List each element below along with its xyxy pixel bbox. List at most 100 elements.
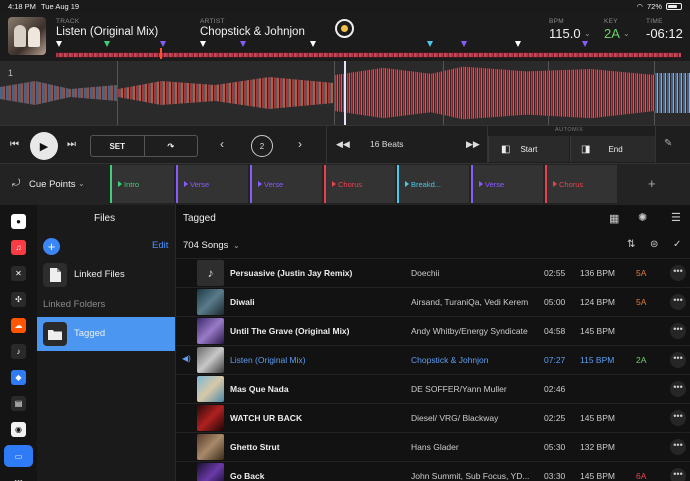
song-count-dropdown[interactable]: 704 Songs — [183, 240, 228, 251]
files-icon[interactable]: ▭ — [4, 445, 33, 467]
bpm-value[interactable]: 115.0 — [549, 26, 581, 41]
check-circle-icon[interactable]: ✓ — [673, 239, 681, 250]
set-cue-button[interactable]: SET — [91, 136, 145, 156]
pencil-icon[interactable]: ✎ — [664, 138, 672, 149]
automix-start-button[interactable]: ◧ Start — [488, 136, 569, 162]
cue-set-group: SET ↷ — [90, 135, 198, 157]
more-options-icon[interactable]: ••• — [670, 265, 686, 281]
song-artist: Doechii — [411, 268, 440, 278]
beatport-icon[interactable]: ✕ — [11, 266, 26, 281]
more-options-icon[interactable]: ••• — [670, 439, 686, 455]
song-bpm: 115 BPM — [580, 355, 615, 365]
music-icon[interactable]: ♫ — [11, 240, 26, 255]
song-title: Mas Que Nada — [230, 384, 289, 394]
count-chevron-icon[interactable]: ⌄ — [233, 241, 240, 250]
now-playing-icon: ◀) — [182, 354, 191, 363]
main-waveform[interactable]: 1 — [0, 61, 690, 125]
video-icon[interactable]: ▤ — [11, 396, 26, 411]
linked-files-item[interactable]: Linked Files — [37, 258, 175, 292]
time-remaining: -06:12 — [646, 26, 683, 41]
overview-cue-marker — [461, 41, 467, 47]
more-options-icon[interactable]: ••• — [670, 323, 686, 339]
automix-start-icon: ◧ — [501, 143, 511, 155]
spotify-icon[interactable]: ◉ — [11, 422, 26, 437]
edit-button[interactable]: Edit — [152, 240, 168, 251]
sort-icon[interactable]: ⇅ — [627, 239, 635, 250]
track-cover-art[interactable] — [8, 17, 46, 55]
automix-end-icon: ◨ — [581, 143, 591, 155]
battery-icon — [666, 3, 682, 10]
song-artwork — [197, 434, 224, 460]
table-row[interactable]: ◀) Listen (Original Mix) Chopstick & Johnj… — [176, 345, 690, 373]
files-panel: Files + Edit Linked Files Linked Folders… — [37, 205, 175, 481]
loop-button[interactable]: 2 — [251, 135, 273, 157]
waveform-playhead — [344, 61, 346, 125]
tagged-folder-item[interactable]: Tagged — [37, 317, 175, 351]
dropbox-icon[interactable]: ◆ — [11, 370, 26, 385]
list-view-icon[interactable]: ☰ — [671, 211, 681, 224]
loop-halve-icon[interactable]: ‹ — [220, 137, 224, 151]
more-options-icon[interactable]: ••• — [670, 468, 686, 481]
cue-pad-7[interactable]: Chorus — [545, 165, 617, 203]
more-options-icon[interactable]: ••• — [670, 410, 686, 426]
files-title: Files — [94, 213, 116, 224]
more-options-icon[interactable]: ••• — [670, 294, 686, 310]
table-row[interactable]: Go Back John Summit, Sub Focus, YD... 03:3… — [176, 461, 690, 481]
cue-pad-3[interactable]: Verse — [250, 165, 322, 203]
record-icon[interactable]: ● — [11, 214, 26, 229]
cue-triangle-icon — [258, 181, 262, 187]
key-value[interactable]: 2A — [604, 26, 620, 41]
song-title: Go Back — [230, 471, 265, 481]
cue-pad-1[interactable]: Intro — [110, 165, 174, 203]
automix-label: AUTOMIX — [555, 127, 584, 133]
add-folder-button[interactable]: + — [43, 238, 60, 255]
cue-points-dropdown[interactable]: Cue Points — [29, 179, 75, 190]
cue-triangle-icon — [332, 181, 336, 187]
song-duration: 04:58 — [544, 326, 566, 336]
loop-double-icon[interactable]: › — [298, 137, 302, 151]
overview-cue-marker — [104, 41, 110, 47]
plus-icon: + — [47, 239, 56, 254]
overview-cue-marker — [240, 41, 246, 47]
wifi-icon: ◠ — [636, 2, 643, 11]
cue-pad-5[interactable]: Breakd... — [397, 165, 469, 203]
cue-chevron-icon[interactable]: ⌄ — [78, 179, 85, 188]
record-button[interactable] — [335, 19, 354, 38]
table-row[interactable]: Mas Que Nada DE SOFFER/Yann Muller 02:46 ••… — [176, 374, 690, 402]
key-chevron-icon[interactable]: ⌄ — [623, 29, 630, 38]
cue-pad-label: Verse — [264, 180, 284, 189]
tidal-icon[interactable]: ✣ — [11, 292, 26, 307]
add-cue-icon[interactable]: + — [648, 176, 656, 191]
filter-icon[interactable]: ⊜ — [650, 239, 658, 250]
table-row[interactable]: Diwali Airsand, TuraniQa, Vedi Kerem 05:00… — [176, 287, 690, 315]
song-list-panel: Tagged ▦ ✺ ☰ 704 Songs ⌄ ⇅ ⊜ ✓ ♪ Persuasi… — [175, 205, 690, 481]
cue-pad-6[interactable]: Verse — [471, 165, 543, 203]
more-icon[interactable]: ••• — [11, 474, 26, 481]
grid-view-icon[interactable]: ▦ — [609, 212, 619, 225]
beatjump-size[interactable]: 16 Beats — [370, 139, 404, 149]
bpm-chevron-icon[interactable]: ⌄ — [584, 29, 591, 38]
more-options-icon[interactable]: ••• — [670, 352, 686, 368]
redo-cue-button[interactable]: ↷ — [145, 136, 198, 156]
play-button[interactable]: ▶ — [30, 132, 58, 160]
song-duration: 07:27 — [544, 355, 566, 365]
settings-sun-icon[interactable]: ✺ — [638, 211, 647, 224]
more-options-icon[interactable]: ••• — [670, 381, 686, 397]
table-row[interactable]: ♪ Persuasive (Justin Jay Remix) Doechii 02:… — [176, 258, 690, 286]
beatjump-back-icon[interactable]: ◀◀ — [336, 139, 350, 150]
beatjump-forward-icon[interactable]: ▶▶ — [466, 139, 480, 150]
next-track-icon[interactable]: ⏭ — [67, 139, 76, 150]
cue-pad-2[interactable]: Verse — [176, 165, 248, 203]
cue-pad-label: Verse — [485, 180, 505, 189]
table-row[interactable]: WATCH UR BACK Diesel/ VRG/ Blackway 02:25 1… — [176, 403, 690, 431]
table-row[interactable]: Ghetto Strut Hans Glader 05:30 132 BPM ••• — [176, 432, 690, 460]
track-overview[interactable] — [56, 48, 681, 59]
automix-end-button[interactable]: ◨ End — [570, 136, 655, 162]
table-row[interactable]: Until The Grave (Original Mix) Andy Whitb… — [176, 316, 690, 344]
beatsource-icon[interactable]: ♪ — [11, 344, 26, 359]
soundcloud-icon[interactable]: ☁ — [11, 318, 26, 333]
automix-end-label: End — [608, 144, 623, 154]
cue-pad-4[interactable]: Chorus — [324, 165, 395, 203]
song-duration: 05:00 — [544, 297, 566, 307]
previous-track-icon[interactable]: ⏮ — [10, 139, 19, 150]
